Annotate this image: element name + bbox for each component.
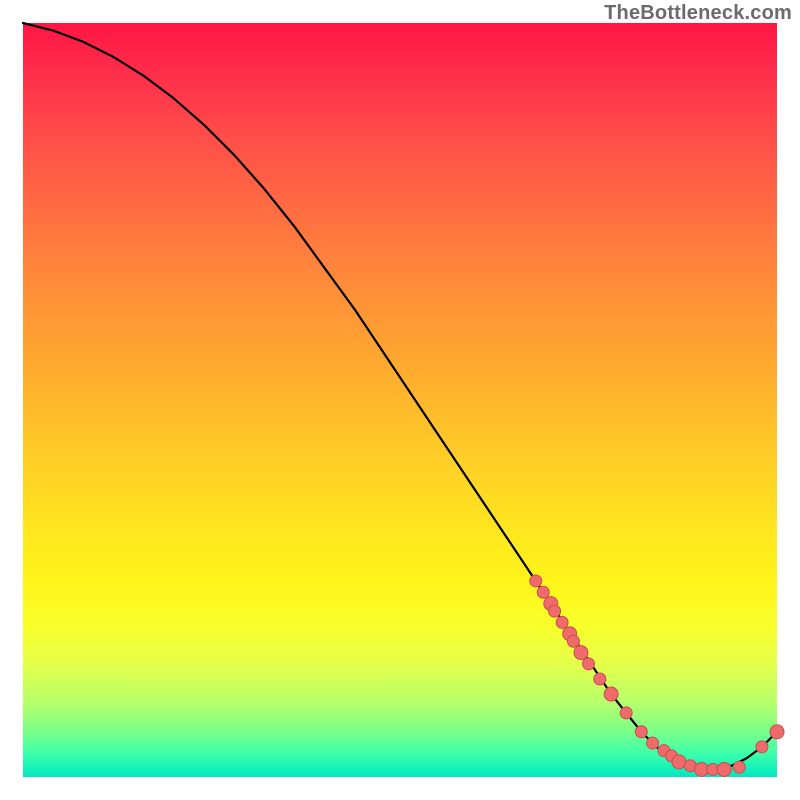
scatter-dot (556, 616, 568, 628)
scatter-dot (574, 646, 588, 660)
scatter-dot (567, 635, 579, 647)
scatter-dot (583, 658, 595, 670)
scatter-dot (770, 725, 784, 739)
scatter-dot (604, 687, 618, 701)
plot-svg (23, 23, 777, 777)
scatter-dot (594, 673, 606, 685)
scatter-dots (530, 575, 784, 777)
scatter-dot (647, 737, 659, 749)
scatter-dot (717, 762, 731, 776)
scatter-dot (756, 741, 768, 753)
scatter-dot (537, 586, 549, 598)
scatter-dot (733, 761, 745, 773)
scatter-dot (549, 605, 561, 617)
scatter-dot (620, 707, 632, 719)
scatter-dot (672, 755, 686, 769)
bottleneck-curve (23, 23, 777, 769)
watermark-text: TheBottleneck.com (604, 2, 792, 25)
scatter-dot (635, 726, 647, 738)
chart-stage: TheBottleneck.com (0, 0, 800, 800)
scatter-dot (530, 575, 542, 587)
